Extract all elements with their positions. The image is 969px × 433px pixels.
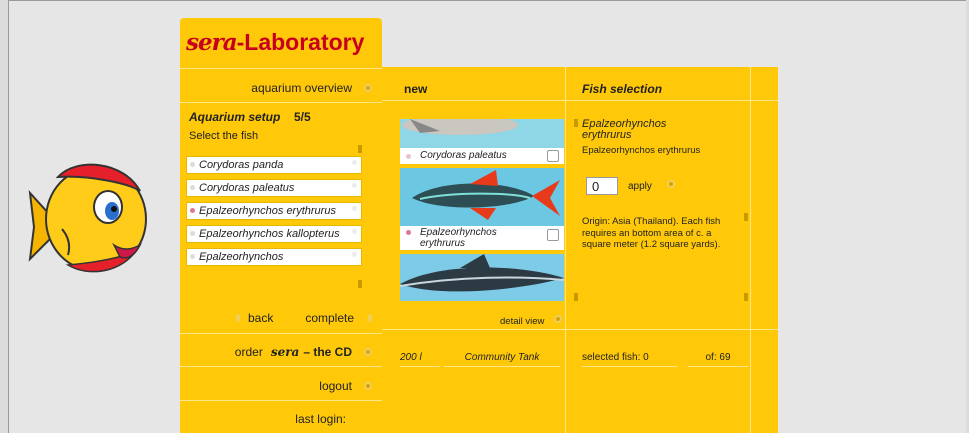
fish-common-name: Epalzeorhynchos erythrurus bbox=[582, 145, 701, 156]
status-bar: 200 l Community Tank selected fish: 0 of… bbox=[382, 350, 778, 368]
fish-list: Corydoras panda Corydoras paleatus Epalz… bbox=[186, 156, 362, 271]
scroll-down-icon[interactable] bbox=[358, 280, 362, 288]
aquarium-overview-link[interactable]: aquarium overview bbox=[180, 75, 382, 101]
fish-list-item[interactable]: Corydoras panda bbox=[186, 156, 362, 174]
setup-instruction: Select the fish bbox=[189, 130, 259, 142]
arrow-bullet-icon bbox=[364, 382, 372, 390]
fish-list-item-selected[interactable]: Epalzeorhynchos erythrurus bbox=[186, 202, 362, 220]
fish-photo[interactable] bbox=[400, 168, 564, 226]
marker-icon bbox=[406, 230, 411, 235]
fish-list-item[interactable]: Epalzeorhynchos bbox=[186, 248, 362, 266]
back-complete-row: back complete bbox=[180, 305, 382, 331]
fish-list-item[interactable]: Corydoras paleatus bbox=[186, 179, 362, 197]
fish-mascot bbox=[28, 163, 147, 273]
fish-selection-header: Fish selection bbox=[582, 82, 663, 96]
select-checkbox[interactable] bbox=[547, 150, 559, 162]
remove-icon[interactable] bbox=[352, 183, 357, 188]
setup-title: Aquarium setup bbox=[189, 110, 281, 124]
main-panel: new Fish selection Corydoras paleatus Ep… bbox=[382, 67, 778, 433]
marker-icon bbox=[190, 208, 195, 213]
tank-type: Community Tank bbox=[444, 350, 560, 367]
marker-icon bbox=[190, 254, 195, 259]
detail-view-link[interactable]: detail view bbox=[500, 316, 544, 327]
back-button[interactable]: back bbox=[248, 311, 273, 325]
arrow-bullet-icon bbox=[364, 348, 372, 356]
remove-icon[interactable] bbox=[352, 229, 357, 234]
scroll-down-icon[interactable] bbox=[574, 293, 578, 301]
sera-logo: sera-Laboratory bbox=[186, 29, 365, 56]
select-checkbox[interactable] bbox=[547, 229, 559, 241]
scroll-down-icon[interactable] bbox=[744, 293, 748, 301]
scroll-up-icon[interactable] bbox=[358, 145, 362, 153]
fish-list-item[interactable]: Epalzeorhynchos kallopterus bbox=[186, 225, 362, 243]
complete-button[interactable]: complete bbox=[305, 311, 354, 325]
fish-caption[interactable]: Corydoras paleatus bbox=[400, 148, 564, 164]
marker-icon bbox=[406, 154, 411, 159]
fish-latin-name: Epalzeorhynchos erythrurus bbox=[582, 118, 667, 141]
aquarium-overview-label: aquarium overview bbox=[251, 81, 352, 95]
left-panel: sera-Laboratory aquarium overview Aquari… bbox=[180, 18, 382, 433]
quantity-input[interactable]: 0 bbox=[586, 177, 618, 195]
last-login: last login: bbox=[295, 412, 346, 426]
apply-button[interactable]: apply bbox=[628, 181, 652, 192]
arrow-bullet-icon bbox=[364, 84, 372, 92]
tank-volume: 200 l bbox=[400, 350, 440, 367]
logout-link[interactable]: logout bbox=[180, 373, 382, 399]
fish-photo[interactable] bbox=[400, 119, 564, 148]
scroll-up-icon[interactable] bbox=[574, 119, 578, 127]
marker-icon bbox=[190, 185, 195, 190]
new-column-header: new bbox=[404, 82, 428, 96]
apply-arrow-icon[interactable] bbox=[667, 180, 675, 188]
scroll-up-icon[interactable] bbox=[744, 213, 748, 221]
marker-icon bbox=[190, 231, 195, 236]
fish-photo[interactable] bbox=[400, 254, 564, 301]
order-cd-link[interactable]: order sera – the CD bbox=[180, 339, 382, 365]
fish-origin-text: Origin: Asia (Thailand). Each fish requi… bbox=[582, 216, 721, 250]
total-fish-count: of: 69 bbox=[688, 350, 748, 367]
detail-arrow-icon[interactable] bbox=[554, 315, 562, 323]
remove-icon[interactable] bbox=[352, 252, 357, 257]
setup-step-count: 5/5 bbox=[294, 110, 311, 124]
fish-caption-selected[interactable]: Epalzeorhynchos erythrurus bbox=[400, 226, 564, 250]
remove-icon[interactable] bbox=[352, 206, 357, 211]
back-arrow-icon[interactable] bbox=[236, 314, 240, 322]
remove-icon[interactable] bbox=[352, 160, 357, 165]
selected-fish-count: selected fish: 0 bbox=[582, 350, 678, 367]
complete-arrow-icon[interactable] bbox=[368, 314, 372, 322]
marker-icon bbox=[190, 162, 195, 167]
